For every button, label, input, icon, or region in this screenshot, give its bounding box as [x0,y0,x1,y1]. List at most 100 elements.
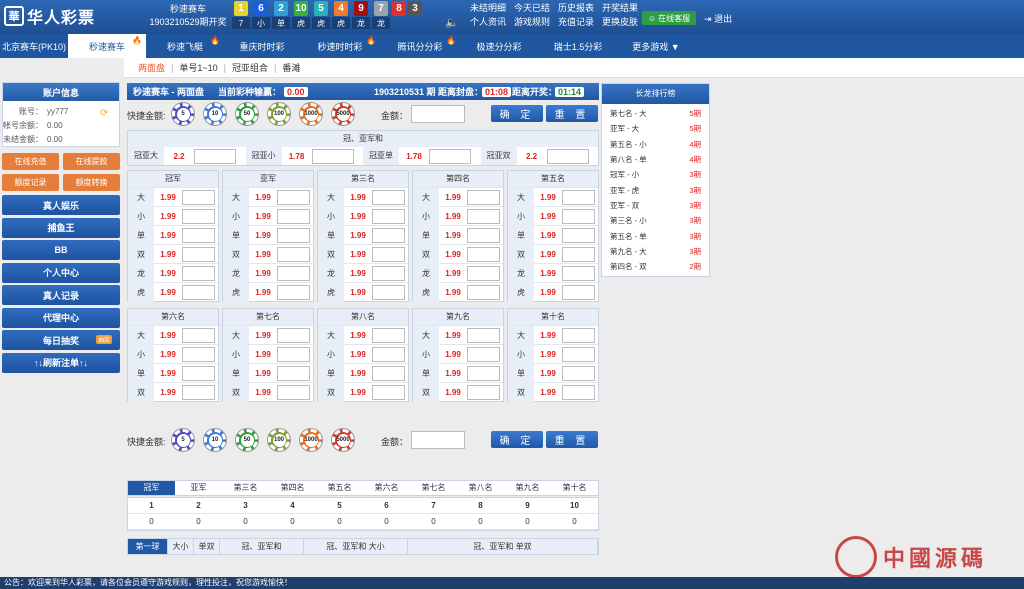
logo[interactable]: 華华人彩票 [4,4,95,28]
account-action-button[interactable]: 在线充值 [2,153,59,170]
side-menu-button[interactable]: 每日抽奖 抽奖 [2,330,120,350]
reset-button[interactable]: 重 置 [546,431,598,448]
chip-1000[interactable]: 1000 [300,429,322,451]
bet-amount-input[interactable] [182,365,215,381]
side-menu-button[interactable]: ↑↓刷新注单↑↓ [2,352,120,373]
chip-100[interactable]: 100 [268,429,290,451]
chip-100[interactable]: 100 [268,103,290,125]
bet-amount-input[interactable] [372,284,405,300]
account-action-button[interactable]: 额度记录 [2,174,59,191]
bet-amount-input[interactable] [467,189,500,205]
bet-amount-input[interactable] [277,346,310,362]
bet-amount-input[interactable] [372,227,405,243]
result-tab[interactable]: 第九名 [504,481,551,495]
subnav-tab[interactable]: 两面盘 [132,61,171,74]
stat-tab[interactable]: 第一球 [128,539,168,554]
bet-amount-input[interactable] [562,346,595,362]
result-tab[interactable]: 第六名 [363,481,410,495]
top-link[interactable]: 游戏规则 [514,16,550,28]
bet-amount-input[interactable] [562,284,595,300]
bet-amount-input[interactable] [277,365,310,381]
bet-amount-input[interactable] [182,227,215,243]
nav-tab[interactable]: 秒速飞艇 🔥 [146,34,224,58]
stat-tab[interactable]: 单双 [194,539,220,554]
bet-amount-input[interactable] [277,246,310,262]
amount-input[interactable] [411,431,465,449]
nav-tab[interactable]: 腾讯分分彩 🔥 [380,34,460,58]
subnav-tab[interactable]: 冠亚组合 [226,61,274,74]
bet-amount-input[interactable] [372,327,405,343]
logout-button[interactable]: ⇥ 退出 [704,12,732,25]
customer-service-button[interactable]: ☺ 在线客服 [642,11,697,25]
chip-10[interactable]: 10 [204,103,226,125]
side-menu-button[interactable]: 个人中心 [2,262,120,283]
bet-amount-input[interactable] [467,227,500,243]
top-link[interactable]: 开奖结果 [602,2,638,14]
confirm-button[interactable]: 确 定 [491,431,543,448]
subnav-tab[interactable]: 单号1~10 [173,61,223,74]
side-menu-button[interactable]: 真人娱乐 [2,195,120,215]
bet-amount-input[interactable] [277,208,310,224]
nav-tab[interactable]: 秒速赛车 🔥 [68,34,146,58]
result-tab[interactable]: 第八名 [457,481,504,495]
bet-amount-input[interactable] [562,365,595,381]
bet-amount-input[interactable] [562,246,595,262]
bet-amount-input[interactable] [562,227,595,243]
top-link[interactable]: 个人资讯 [470,16,506,28]
chip-5[interactable]: 5 [172,429,194,451]
nav-tab[interactable]: 重庆时时彩 [224,34,300,58]
bet-amount-input[interactable] [182,265,215,281]
account-action-button[interactable]: 额度转换 [63,174,120,191]
bet-amount-input[interactable] [467,384,500,400]
bet-amount-input[interactable] [372,208,405,224]
stat-tab[interactable]: 冠、亚军和 大小 [304,539,408,554]
bet-amount-input[interactable] [277,189,310,205]
bet-amount-input[interactable] [467,284,500,300]
bet-amount-input[interactable] [467,208,500,224]
bet-amount-input[interactable] [562,384,595,400]
top-link[interactable]: 历史报表 [558,2,594,14]
result-tab[interactable]: 第七名 [410,481,457,495]
stat-tab[interactable]: 冠、亚军和 单双 [408,539,598,554]
top-link[interactable]: 今天已结 [514,2,550,14]
result-tab[interactable]: 第四名 [269,481,316,495]
result-tab[interactable]: 第三名 [222,481,269,495]
chip-10[interactable]: 10 [204,429,226,451]
result-tab[interactable]: 第五名 [316,481,363,495]
sum-bet-input[interactable] [546,148,589,164]
bet-amount-input[interactable] [372,384,405,400]
side-menu-button[interactable]: 真人记录 [2,285,120,305]
sum-bet-input[interactable] [429,148,471,164]
bet-amount-input[interactable] [182,189,215,205]
account-action-button[interactable]: 在线提款 [63,153,120,170]
result-tab[interactable]: 第十名 [551,481,598,495]
top-link[interactable]: 未结明细 [470,2,506,14]
bet-amount-input[interactable] [372,365,405,381]
side-menu-button[interactable]: BB [2,240,120,260]
refresh-icon[interactable]: ⟳ [100,108,108,119]
chip-1000[interactable]: 1000 [300,103,322,125]
bet-amount-input[interactable] [277,384,310,400]
chip-5[interactable]: 5 [172,103,194,125]
bet-amount-input[interactable] [467,246,500,262]
result-tab[interactable]: 冠军 [128,481,175,495]
bet-amount-input[interactable] [467,327,500,343]
bet-amount-input[interactable] [182,327,215,343]
bet-amount-input[interactable] [372,265,405,281]
bet-amount-input[interactable] [277,265,310,281]
chip-50[interactable]: 50 [236,103,258,125]
nav-tab[interactable]: 极速分分彩 [460,34,538,58]
bet-amount-input[interactable] [277,327,310,343]
nav-tab[interactable]: 瑞士1.5分彩 [538,34,618,58]
bet-amount-input[interactable] [467,365,500,381]
bet-amount-input[interactable] [182,284,215,300]
bet-amount-input[interactable] [277,227,310,243]
chip-5000[interactable]: 5000 [332,429,354,451]
nav-tab[interactable]: 秒速时时彩 🔥 [300,34,380,58]
stat-tab[interactable]: 冠、亚军和 [220,539,304,554]
side-menu-button[interactable]: 捕鱼王 [2,217,120,238]
confirm-button[interactable]: 确 定 [491,105,543,122]
bet-amount-input[interactable] [467,265,500,281]
stat-tab[interactable]: 大小 [168,539,194,554]
bet-amount-input[interactable] [277,284,310,300]
